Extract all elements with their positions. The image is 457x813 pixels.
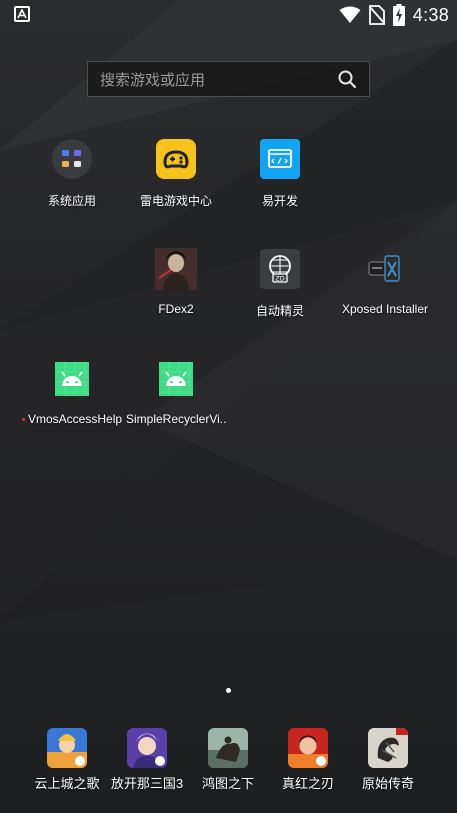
dock-app-label: 真红之刃 (281, 776, 334, 791)
app-leidian-game-center[interactable]: 雷电游戏中心 (126, 138, 226, 209)
app-simple-recycler-view[interactable]: SimpleRecyclerVi.. (126, 358, 226, 426)
xposed-icon (364, 248, 406, 290)
dock-app-yunshangcheng[interactable]: 云上城之歌 (22, 728, 112, 792)
search-bar[interactable]: 搜索游戏或应用 (87, 61, 370, 97)
game-icon (368, 728, 408, 768)
app-system-apps[interactable]: 系统应用 (22, 138, 122, 209)
auto-sprite-icon: ZD (259, 248, 301, 290)
dock-app-label: 原始传奇 (361, 776, 414, 791)
gamepad-icon (155, 138, 197, 180)
dock-app-zhenhong[interactable]: 真红之刃 (263, 728, 353, 792)
wifi-icon (339, 6, 361, 24)
app-auto-sprite[interactable]: ZD 自动精灵 (230, 248, 330, 319)
code-window-icon (259, 138, 301, 180)
no-sim-icon (368, 5, 385, 25)
app-label: FDex2 (158, 302, 194, 316)
game-icon (47, 728, 87, 768)
page-indicator[interactable] (226, 688, 231, 693)
app-label: 系统应用 (47, 194, 96, 208)
app-fdex2[interactable]: FDex2 (126, 248, 226, 316)
app-label: 自动精灵 (255, 304, 304, 318)
fdex2-icon (155, 248, 197, 290)
app-vmos-access-helper[interactable]: VmosAccessHelp.. (22, 358, 122, 426)
android-icon (155, 358, 197, 400)
dock-app-yuanshi[interactable]: 原始传奇 (343, 728, 433, 792)
svg-text:ZD: ZD (275, 275, 284, 283)
search-input[interactable]: 搜索游戏或应用 (100, 69, 337, 90)
app-xposed-installer[interactable]: Xposed Installer (335, 248, 435, 316)
dock-app-fangkai-sanguo[interactable]: 放开那三国3 (102, 728, 192, 792)
app-label: 易开发 (261, 194, 298, 208)
app-label: SimpleRecyclerVi.. (126, 412, 226, 426)
app-label: Xposed Installer (341, 302, 429, 316)
game-icon (127, 728, 167, 768)
clock: 4:38 (412, 4, 449, 25)
dock-app-hongtu[interactable]: 鸿图之下 (183, 728, 273, 792)
app-notification-icon (14, 6, 30, 22)
app-label: VmosAccessHelp.. (22, 412, 122, 426)
app-label: 雷电游戏中心 (139, 194, 212, 208)
dock-app-label: 放开那三国3 (110, 776, 184, 791)
battery-charging-icon (392, 4, 405, 26)
status-bar: 4:38 (0, 0, 457, 30)
game-icon (208, 728, 248, 768)
android-icon (51, 358, 93, 400)
dock-app-label: 云上城之歌 (34, 776, 100, 791)
folder-icon (51, 138, 93, 180)
game-icon (288, 728, 328, 768)
app-yikaifa[interactable]: 易开发 (230, 138, 330, 209)
search-icon[interactable] (337, 69, 357, 89)
dock-app-label: 鸿图之下 (201, 776, 254, 791)
